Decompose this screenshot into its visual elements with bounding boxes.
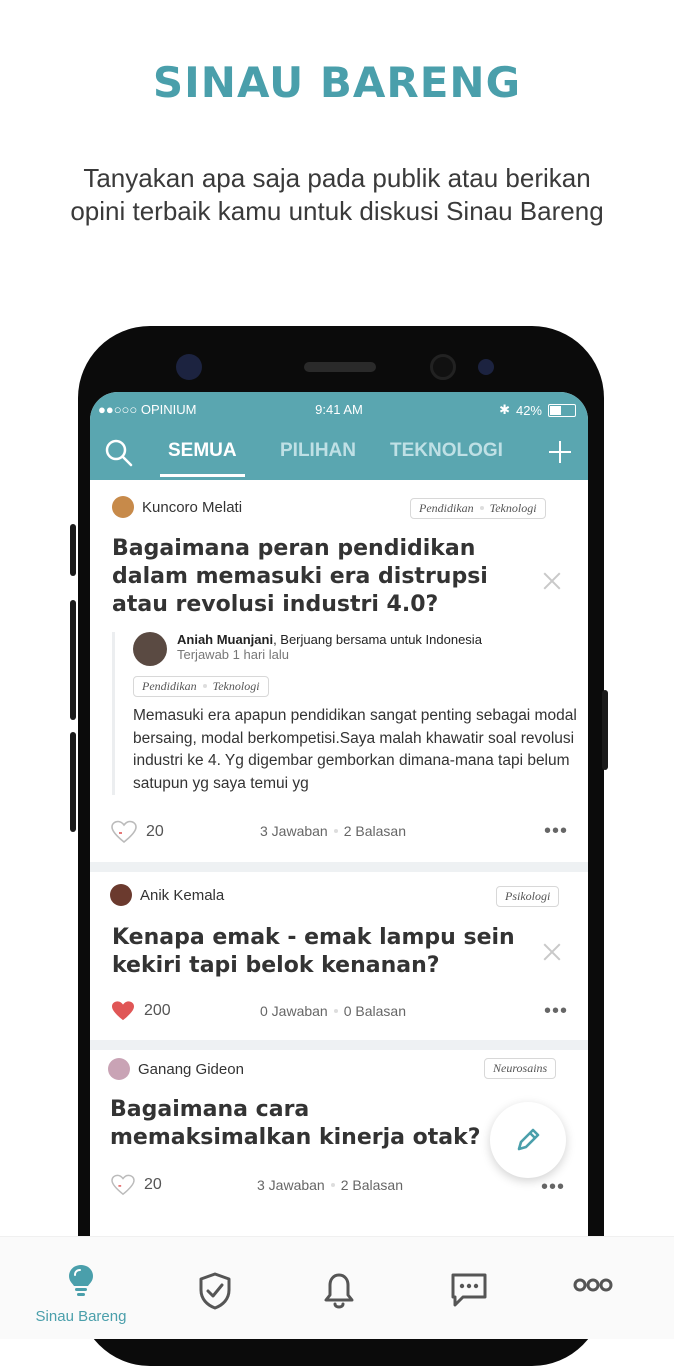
- tag[interactable]: Teknologi: [490, 501, 537, 515]
- dismiss-icon[interactable]: [542, 571, 562, 591]
- answer-body: Memasuki era apapun pendidikan sangat pe…: [133, 707, 577, 792]
- search-icon[interactable]: [104, 438, 134, 473]
- tag[interactable]: Teknologi: [213, 679, 260, 693]
- answer-count[interactable]: 3 Jawaban: [260, 823, 328, 839]
- compose-button[interactable]: [490, 1102, 566, 1178]
- question-card[interactable]: Kuncoro Melati Pendidikan Teknologi Bagai…: [90, 480, 588, 862]
- answer-preview[interactable]: Aniah Muanjani, Berjuang bersama untuk I…: [112, 632, 579, 795]
- question-title[interactable]: Bagaimana cara memaksimalkan kinerja ota…: [110, 1096, 510, 1152]
- like-count: 20: [146, 823, 164, 840]
- tag[interactable]: Psikologi: [505, 889, 550, 903]
- answer-count[interactable]: 3 Jawaban: [257, 1177, 325, 1193]
- author-name: Ganang Gideon: [138, 1060, 244, 1078]
- bottom-nav: Sinau Bareng: [0, 1236, 674, 1339]
- phone-side-button: [70, 600, 76, 720]
- question-title[interactable]: Kenapa emak - emak lampu sein kekiri tap…: [112, 924, 532, 980]
- more-icon: [573, 1277, 613, 1298]
- nav-sinau-bareng[interactable]: Sinau Bareng: [14, 1237, 148, 1339]
- post-counts: 3 Jawaban 2 Balasan: [260, 823, 406, 839]
- like-count: 20: [144, 1176, 162, 1193]
- more-options-icon[interactable]: •••: [544, 820, 568, 843]
- phone-side-button: [70, 732, 76, 832]
- reply-count[interactable]: 0 Balasan: [344, 1003, 406, 1019]
- question-title[interactable]: Bagaimana peran pendidikan dalam memasuk…: [112, 535, 532, 619]
- author-name: Kuncoro Melati: [142, 498, 243, 516]
- post-author[interactable]: Anik Kemala: [110, 884, 224, 906]
- author-name: Anik Kemala: [140, 886, 225, 904]
- answer-author[interactable]: Aniah Muanjani: [177, 632, 273, 647]
- bluetooth-icon: ✱: [499, 402, 510, 417]
- phone-side-button: [602, 690, 608, 770]
- pencil-icon: [517, 1128, 540, 1151]
- avatar: [112, 496, 134, 518]
- tag[interactable]: Pendidikan: [142, 679, 197, 693]
- nav-more[interactable]: [526, 1237, 660, 1339]
- nav-notifications[interactable]: [272, 1237, 406, 1339]
- more-options-icon[interactable]: •••: [541, 1176, 565, 1199]
- like-count: 200: [144, 1002, 171, 1019]
- avatar: [133, 632, 167, 666]
- battery-percent: 42%: [515, 402, 542, 418]
- tag[interactable]: Neurosains: [493, 1061, 547, 1075]
- front-sensor: [176, 354, 202, 380]
- tab-semua[interactable]: SEMUA: [160, 440, 245, 477]
- avatar: [110, 884, 132, 906]
- battery-icon: [548, 403, 576, 417]
- reply-count[interactable]: 2 Balasan: [344, 823, 406, 839]
- like-button[interactable]: 20: [110, 820, 164, 844]
- answer-author-bio: , Berjuang bersama untuk Indonesia: [273, 632, 482, 647]
- shield-check-icon: [197, 1271, 233, 1316]
- avatar: [108, 1058, 130, 1080]
- reply-count[interactable]: 2 Balasan: [341, 1177, 403, 1193]
- topic-tags: Neurosains: [484, 1058, 557, 1079]
- dismiss-icon[interactable]: [542, 942, 562, 962]
- nav-label: Sinau Bareng: [35, 1308, 127, 1325]
- post-counts: 0 Jawaban 0 Balasan: [260, 1003, 406, 1019]
- proximity-sensor: [478, 359, 494, 375]
- answer-time: Terjawab 1 hari lalu: [177, 647, 290, 662]
- post-author[interactable]: Ganang Gideon: [108, 1058, 244, 1080]
- heart-filled-icon: [112, 1001, 134, 1021]
- topic-tags: Pendidikan Teknologi: [410, 498, 546, 519]
- tab-bar: SEMUA PILIHAN TEKNOLOGI: [90, 430, 588, 480]
- status-bar: ●●○○○ OPINIUM 9:41 AM ✱ 42%: [90, 392, 588, 430]
- nav-messages[interactable]: [402, 1237, 536, 1339]
- bell-icon: [323, 1271, 355, 1314]
- question-card[interactable]: Anik Kemala Psikologi Kenapa emak - emak…: [90, 872, 588, 1040]
- post-counts: 3 Jawaban 2 Balasan: [257, 1177, 403, 1193]
- heart-outline-icon: [111, 1174, 135, 1196]
- app-bar: ●●○○○ OPINIUM 9:41 AM ✱ 42% SEMUA PILIHA…: [90, 392, 588, 480]
- heart-outline-icon: [111, 820, 137, 844]
- battery-indicator: ✱ 42%: [499, 402, 576, 418]
- tab-teknologi[interactable]: TEKNOLOGI: [390, 440, 503, 462]
- tab-pilihan[interactable]: PILIHAN: [280, 440, 356, 462]
- earpiece-speaker: [304, 362, 376, 372]
- topic-tags: Psikologi: [496, 886, 560, 907]
- tag[interactable]: Pendidikan: [419, 501, 474, 515]
- nav-verified[interactable]: [148, 1237, 282, 1339]
- front-camera: [430, 354, 456, 380]
- chat-icon: [449, 1271, 489, 1314]
- promo-headline: SINAU BARENG: [152, 58, 522, 107]
- lightbulb-icon: [66, 1263, 96, 1302]
- like-button[interactable]: 200: [110, 1000, 171, 1022]
- answer-count[interactable]: 0 Jawaban: [260, 1003, 328, 1019]
- phone-side-button: [70, 524, 76, 576]
- add-icon[interactable]: [546, 438, 574, 471]
- more-options-icon[interactable]: •••: [544, 1000, 568, 1023]
- promo-subtitle: Tanyakan apa saja pada publik atau berik…: [70, 163, 604, 226]
- like-button[interactable]: 20: [110, 1174, 162, 1196]
- post-author[interactable]: Kuncoro Melati: [112, 496, 242, 518]
- topic-tags: Pendidikan Teknologi: [133, 676, 269, 697]
